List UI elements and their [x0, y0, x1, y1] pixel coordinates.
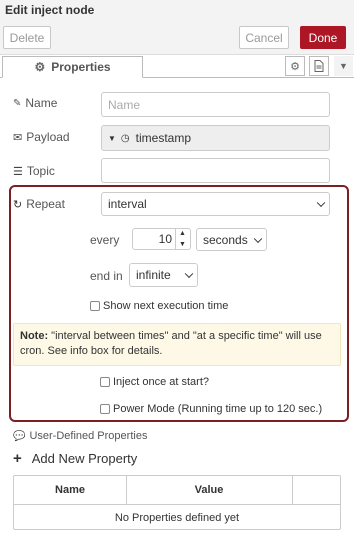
- checkbox-box[interactable]: [100, 377, 110, 387]
- dialog-title: Edit inject node: [5, 3, 95, 17]
- document-icon: [314, 60, 324, 72]
- done-button[interactable]: Done: [300, 26, 346, 49]
- topic-label: ☰ Topic: [13, 164, 55, 178]
- column-name-header: Name: [55, 484, 85, 496]
- payload-label: ✉ Payload: [13, 130, 70, 144]
- topic-input[interactable]: [101, 158, 330, 183]
- inject-once-checkbox[interactable]: Inject once at start?: [100, 376, 209, 388]
- repeat-mode-select[interactable]: interval: [101, 192, 330, 216]
- delete-button[interactable]: Delete: [3, 26, 51, 49]
- gear-icon: ⚙: [34, 60, 46, 74]
- cron-note: Note: "interval between times" and "at a…: [13, 323, 341, 366]
- tab-properties[interactable]: ⚙ Properties: [2, 56, 143, 78]
- plus-icon: +: [13, 450, 22, 467]
- gear-icon: ⚙: [290, 60, 300, 73]
- checkbox-box[interactable]: [100, 404, 110, 414]
- end-in-select[interactable]: infinite: [129, 263, 198, 287]
- chevron-down-icon: [316, 198, 326, 208]
- clock-icon: ◷: [120, 132, 130, 144]
- tab-description[interactable]: [309, 56, 329, 76]
- column-value-header: Value: [194, 484, 224, 496]
- tag-icon: ✎: [13, 97, 22, 109]
- caret-down-icon: ▼: [108, 133, 116, 143]
- name-label: ✎ Name: [13, 96, 58, 110]
- caret-down-icon: ▼: [339, 61, 348, 71]
- tab-settings[interactable]: ⚙: [285, 56, 305, 76]
- every-stepper[interactable]: ▲ ▼: [175, 228, 189, 250]
- list-icon: ☰: [13, 165, 23, 178]
- repeat-label: ↻ Repeat: [13, 197, 65, 211]
- envelope-icon: ✉: [13, 131, 23, 144]
- every-label: every: [90, 233, 120, 247]
- payload-typed-input[interactable]: ▼ ◷ timestamp: [101, 125, 330, 151]
- end-in-label: end in: [90, 269, 123, 283]
- tab-properties-label: Properties: [51, 60, 111, 74]
- comment-icon: 💬: [13, 430, 26, 442]
- properties-table: Name Value No Properties defined yet: [13, 475, 341, 530]
- empty-table-message: No Properties defined yet: [114, 511, 240, 524]
- tab-menu[interactable]: ▼: [334, 56, 353, 76]
- cancel-button[interactable]: Cancel: [239, 26, 289, 49]
- refresh-icon: ↻: [13, 198, 23, 211]
- column-divider: [292, 476, 293, 504]
- stepper-up-icon[interactable]: ▲: [176, 228, 189, 239]
- checkbox-box[interactable]: [90, 301, 100, 311]
- user-properties-heading: 💬 User-Defined Properties: [13, 430, 148, 442]
- show-next-execution-checkbox[interactable]: Show next execution time: [90, 300, 228, 312]
- interval-unit-select[interactable]: seconds: [196, 228, 267, 251]
- stepper-down-icon[interactable]: ▼: [176, 239, 189, 250]
- name-input[interactable]: Name: [101, 92, 330, 117]
- power-mode-checkbox[interactable]: Power Mode (Running time up to 120 sec.): [100, 403, 322, 415]
- chevron-down-icon: [253, 234, 263, 243]
- add-new-property-button[interactable]: + Add New Property: [13, 450, 137, 467]
- chevron-down-icon: [184, 269, 194, 279]
